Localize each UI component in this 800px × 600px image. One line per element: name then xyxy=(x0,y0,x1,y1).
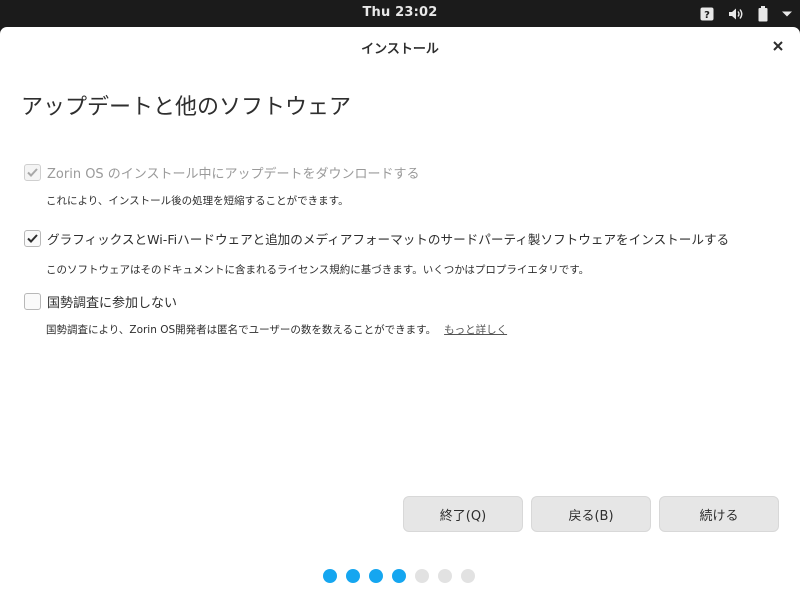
census-optout-description: 国勢調査により、Zorin OS開発者は匿名でユーザーの数を数えることができます… xyxy=(46,322,507,337)
system-tray: ? xyxy=(700,5,792,22)
top-panel: Thu 23:02 ? xyxy=(0,0,800,27)
progress-dot xyxy=(438,569,452,583)
progress-dot xyxy=(369,569,383,583)
title-bar[interactable]: インストール xyxy=(0,27,800,67)
chevron-down-icon[interactable] xyxy=(782,5,792,22)
progress-dot xyxy=(415,569,429,583)
battery-icon[interactable] xyxy=(758,5,768,22)
census-optout-label: 国勢調査に参加しない xyxy=(47,296,178,311)
census-optout-option[interactable]: 国勢調査に参加しない xyxy=(24,292,177,311)
progress-dot xyxy=(461,569,475,583)
close-button[interactable] xyxy=(768,36,788,56)
volume-icon[interactable] xyxy=(728,5,744,22)
third-party-software-label: グラフィックスとWi-Fiハードウェアと追加のメディアフォーマットのサードパーテ… xyxy=(47,232,730,247)
download-updates-description: これにより、インストール後の処理を短縮することができます。 xyxy=(46,195,349,207)
close-icon xyxy=(773,41,783,51)
page-title: アップデートと他のソフトウェア xyxy=(21,95,352,120)
third-party-software-description: このソフトウェアはそのドキュメントに含まれるライセンス規約に基づきます。いくつか… xyxy=(46,264,590,276)
checkmark-icon xyxy=(27,234,38,243)
svg-text:?: ? xyxy=(704,10,710,21)
continue-button[interactable]: 続ける xyxy=(659,496,779,532)
window-title: インストール xyxy=(361,42,439,57)
clock[interactable]: Thu 23:02 xyxy=(0,5,800,20)
census-optout-checkbox[interactable] xyxy=(24,293,41,310)
progress-dot xyxy=(346,569,360,583)
download-updates-option[interactable]: Zorin OS のインストール中にアップデートをダウンロードする xyxy=(24,163,420,182)
progress-dot xyxy=(323,569,337,583)
checkmark-icon xyxy=(27,168,38,177)
help-icon[interactable]: ? xyxy=(700,5,714,22)
third-party-software-checkbox[interactable] xyxy=(24,230,41,247)
quit-button[interactable]: 終了(Q) xyxy=(403,496,523,532)
progress-indicator xyxy=(323,569,475,583)
installer-window: インストール アップデートと他のソフトウェア Zorin OS のインストール中… xyxy=(0,27,800,600)
census-description-text: 国勢調査により、Zorin OS開発者は匿名でユーザーの数を数えることができます… xyxy=(46,324,437,336)
progress-dot xyxy=(392,569,406,583)
back-button[interactable]: 戻る(B) xyxy=(531,496,651,532)
download-updates-checkbox[interactable] xyxy=(24,164,41,181)
download-updates-label: Zorin OS のインストール中にアップデートをダウンロードする xyxy=(47,167,420,182)
third-party-software-option[interactable]: グラフィックスとWi-Fiハードウェアと追加のメディアフォーマットのサードパーテ… xyxy=(24,229,729,248)
learn-more-link[interactable]: もっと詳しく xyxy=(444,324,507,336)
